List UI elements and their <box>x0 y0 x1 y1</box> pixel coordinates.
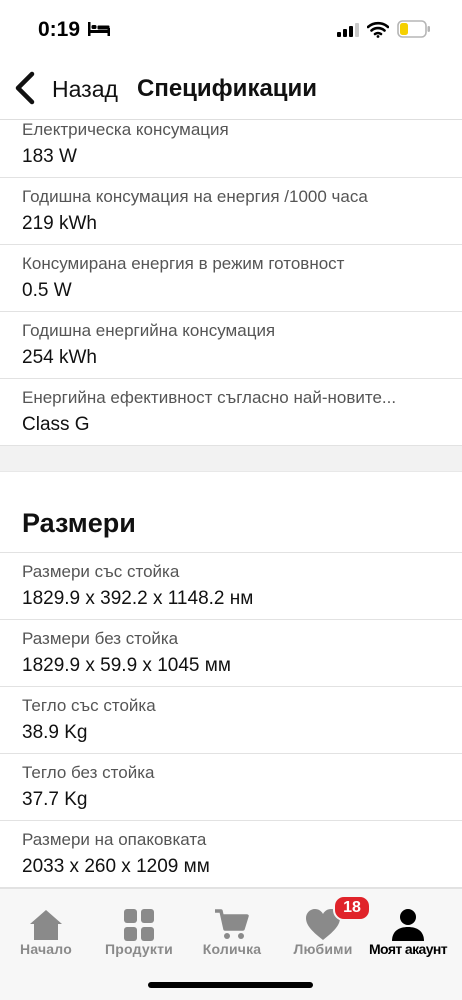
spec-row: Тегло без стойка 37.7 Kg <box>0 754 462 821</box>
status-time: 0:19 <box>38 18 81 41</box>
spec-label: Енергийна ефективност съгласно най-новит… <box>22 388 397 407</box>
spec-value: 183 W <box>22 146 77 167</box>
spec-value: 0.5 W <box>22 280 72 301</box>
spec-row: Енергийна ефективност съгласно най-новит… <box>0 379 462 446</box>
grid-icon <box>124 909 154 941</box>
cart-icon <box>215 909 249 939</box>
spec-label: Размери със стойка <box>22 562 180 581</box>
nav-item-home[interactable]: Начало <box>6 889 86 969</box>
spec-label: Тегло без стойка <box>22 763 155 782</box>
nav-label: Количка <box>202 941 262 957</box>
spec-list[interactable]: Електрическа консумация 183 W Годишна ко… <box>0 120 462 888</box>
nav-label: Продукти <box>105 941 173 957</box>
spec-label: Размери без стойка <box>22 629 179 648</box>
nav-item-products[interactable]: Продукти <box>96 889 182 969</box>
spec-row: Размери със стойка 1829.9 x 392.2 x 1148… <box>0 553 462 620</box>
wifi-icon <box>367 21 389 38</box>
spec-label: Тегло със стойка <box>22 696 156 715</box>
spec-value: 254 kWh <box>22 347 97 368</box>
nav-item-account[interactable]: Моят акаунт <box>362 889 454 969</box>
spec-label: Размери на опаковката <box>22 830 207 849</box>
spec-value: 37.7 Kg <box>22 789 88 810</box>
spec-row: Годишна консумация на енергия /1000 часа… <box>0 178 462 245</box>
back-button[interactable]: Назад <box>52 76 118 103</box>
chevron-left-icon[interactable] <box>12 68 38 108</box>
section-title: Размери <box>22 508 136 538</box>
signal-icon <box>337 23 359 37</box>
spec-value: 2033 x 260 x 1209 мм <box>22 856 210 877</box>
spec-value: 219 kWh <box>22 213 97 234</box>
section-header: Размери <box>0 472 462 553</box>
page-title: Спецификации <box>137 75 318 102</box>
status-bar: 0:19 <box>0 0 462 56</box>
nav-label: Моят акаунт <box>368 941 448 957</box>
spec-row: Размери на опаковката 2033 x 260 x 1209 … <box>0 821 462 888</box>
nav-label: Начало <box>20 941 72 957</box>
spec-label: Годишна енергийна консумация <box>22 321 276 340</box>
user-icon <box>392 909 424 941</box>
battery-icon <box>397 20 430 38</box>
header: Назад Спецификации <box>0 56 462 120</box>
spec-label: Консумирана енергия в режим готовност <box>22 254 345 273</box>
spec-value: 1829.9 x 392.2 x 1148.2 нм <box>22 588 254 609</box>
section-divider <box>0 446 462 472</box>
home-icon <box>30 910 62 940</box>
spec-value: 38.9 Kg <box>22 722 88 743</box>
spec-value: Class G <box>22 414 90 435</box>
bed-icon <box>88 22 110 36</box>
spec-label: Годишна консумация на енергия /1000 часа <box>22 187 368 206</box>
spec-row: Размери без стойка 1829.9 x 59.9 x 1045 … <box>0 620 462 687</box>
home-indicator <box>148 982 313 988</box>
spec-label: Електрическа консумация <box>22 120 229 139</box>
spec-row: Годишна енергийна консумация 254 kWh <box>0 312 462 379</box>
nav-label: Любими <box>293 941 353 957</box>
nav-item-cart[interactable]: Количка <box>192 889 272 969</box>
spec-row: Електрическа консумация 183 W <box>0 120 462 178</box>
spec-value: 1829.9 x 59.9 x 1045 мм <box>22 655 231 676</box>
spec-row: Консумирана енергия в режим готовност 0.… <box>0 245 462 312</box>
spec-row: Тегло със стойка 38.9 Kg <box>0 687 462 754</box>
